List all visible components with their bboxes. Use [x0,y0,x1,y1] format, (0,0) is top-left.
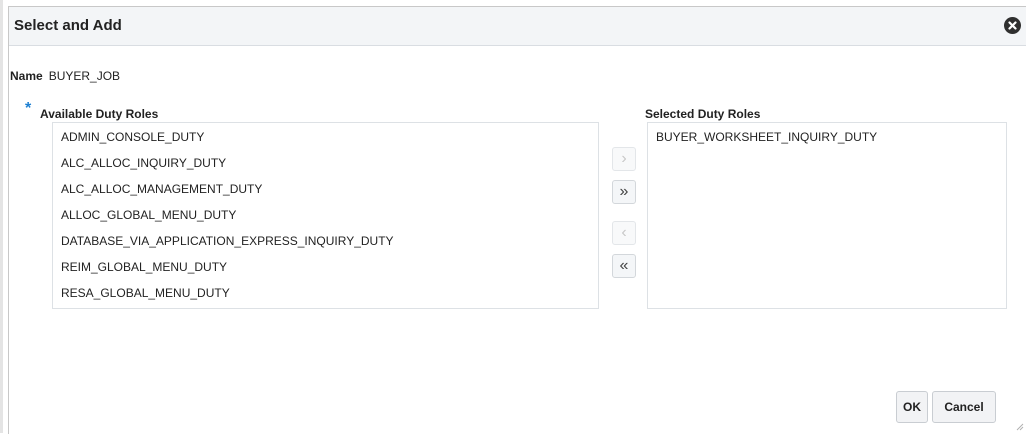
dialog-title-bar: Select and Add [9,7,1026,46]
remove-selected-button[interactable]: ‹ [612,221,636,245]
list-item[interactable]: ALC_ALLOC_MANAGEMENT_DUTY [53,176,598,202]
list-item[interactable]: ALC_ALLOC_INQUIRY_DUTY [53,150,598,176]
selected-duty-roles-list[interactable]: BUYER_WORKSHEET_INQUIRY_DUTY [647,122,1007,309]
list-item[interactable]: REIM_GLOBAL_MENU_DUTY [53,254,598,280]
list-item[interactable]: BUYER_WORKSHEET_INQUIRY_DUTY [648,124,1006,150]
move-all-button[interactable]: » [612,180,636,204]
dialog-title: Select and Add [14,17,122,34]
close-icon[interactable] [1004,17,1021,34]
required-marker: * [25,100,32,117]
list-item[interactable]: ADMIN_CONSOLE_DUTY [53,124,598,150]
list-item[interactable]: RESA_GLOBAL_MENU_DUTY [53,280,598,306]
name-label: Name [10,69,43,83]
selected-duty-roles-label: Selected Duty Roles [645,107,761,121]
name-field: Name BUYER_JOB [10,69,120,83]
cancel-button[interactable]: Cancel [932,391,996,423]
background-edge [0,0,3,433]
list-item[interactable]: DATABASE_VIA_APPLICATION_EXPRESS_INQUIRY… [53,228,598,254]
resize-grip-icon[interactable] [1016,423,1024,431]
ok-button[interactable]: OK [896,391,928,423]
remove-all-button[interactable]: « [612,254,636,278]
available-duty-roles-list[interactable]: ADMIN_CONSOLE_DUTY ALC_ALLOC_INQUIRY_DUT… [52,122,599,309]
move-selected-button[interactable]: › [612,147,636,171]
name-value: BUYER_JOB [48,69,121,83]
available-duty-roles-label: Available Duty Roles [40,107,159,121]
list-item[interactable]: ALLOC_GLOBAL_MENU_DUTY [53,202,598,228]
